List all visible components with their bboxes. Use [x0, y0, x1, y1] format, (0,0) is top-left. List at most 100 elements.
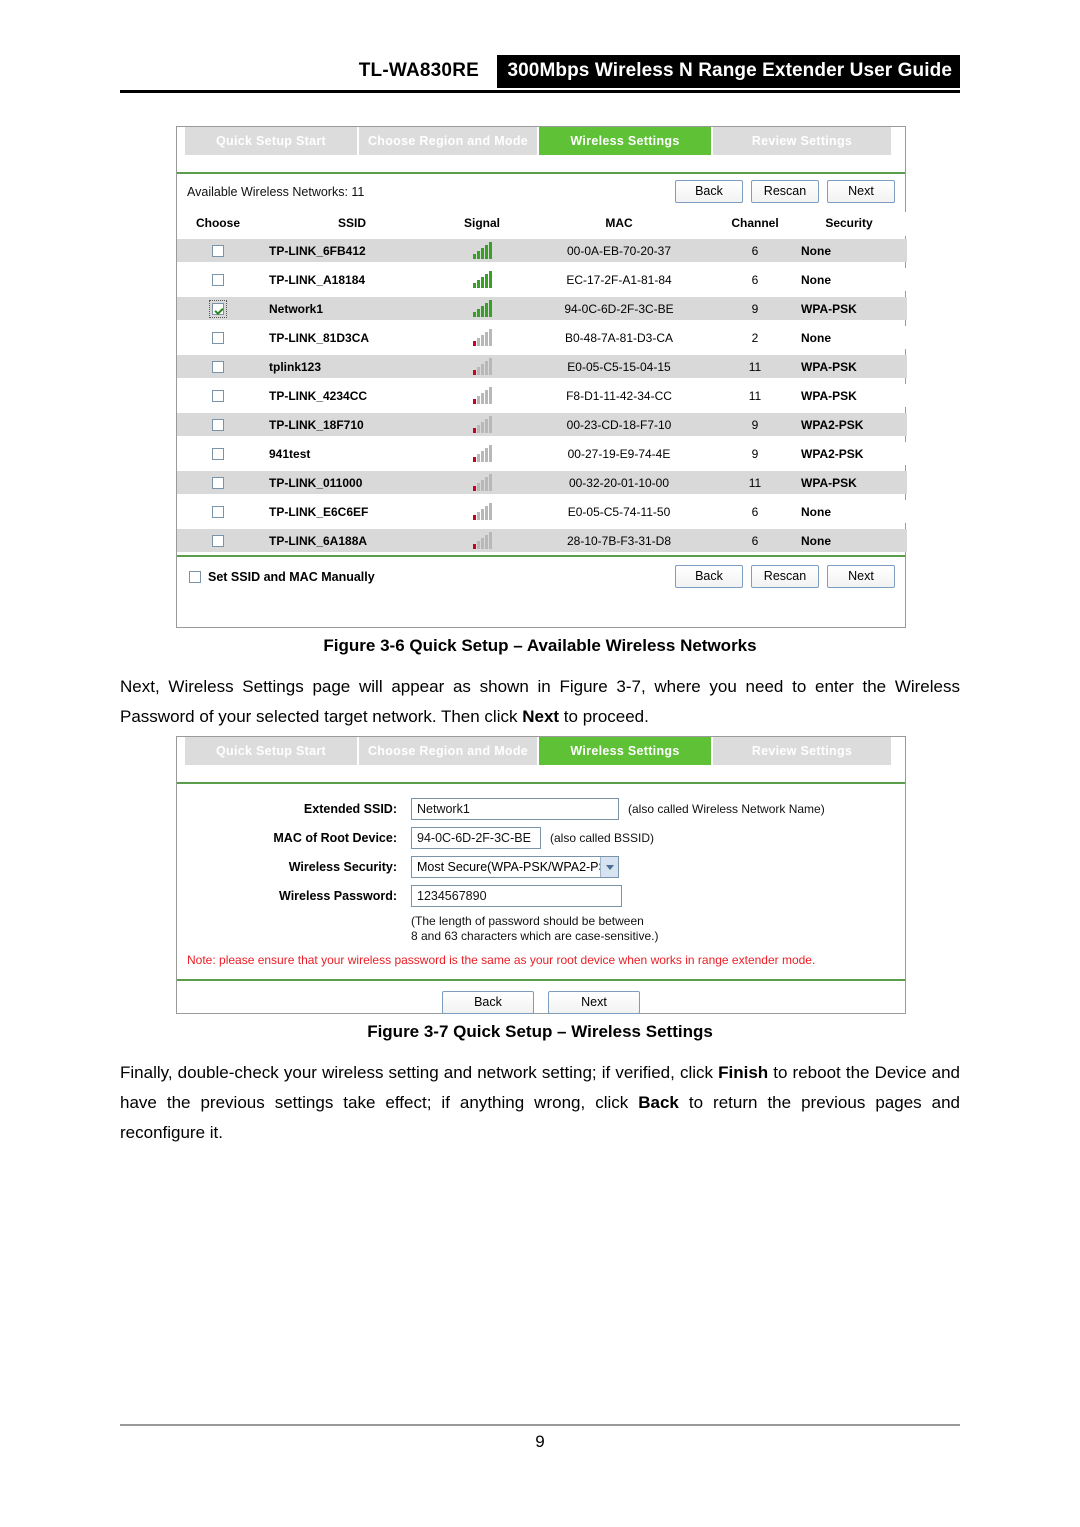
networks-table-body: TP-LINK_6FB412 00-0A-EB-70-20-37 6 None TP-L… — [177, 236, 907, 555]
tab-choose-region-and-mode[interactable]: Choose Region and Mode — [359, 127, 537, 155]
cell-security: None — [791, 526, 907, 555]
network-select-checkbox[interactable] — [212, 331, 224, 344]
cell-security: WPA-PSK — [791, 381, 907, 410]
column-header-choose: Choose — [177, 212, 259, 236]
cell-mac: E0-05-C5-74-11-50 — [519, 497, 719, 526]
extended-ssid-label: Extended SSID: — [303, 802, 397, 816]
tabbar-spacer-2 — [177, 765, 905, 782]
next-button-bottom[interactable]: Next — [827, 565, 895, 588]
network-select-checkbox[interactable] — [212, 302, 224, 315]
wireless-security-label: Wireless Security: — [288, 860, 397, 874]
rescan-button-top[interactable]: Rescan — [751, 180, 819, 203]
mac-of-root-device-input[interactable]: 94-0C-6D-2F-3C-BE — [411, 827, 541, 849]
network-select-checkbox[interactable] — [212, 360, 224, 373]
cell-security-value: None — [791, 500, 907, 523]
tab-wireless-settings-2[interactable]: Wireless Settings — [539, 737, 711, 765]
cell-ssid: Network1 — [259, 294, 445, 323]
wireless-password-label: Wireless Password: — [279, 889, 397, 903]
network-select-checkbox[interactable] — [212, 476, 224, 489]
cell-security: None — [791, 236, 907, 265]
tab-wireless-settings[interactable]: Wireless Settings — [539, 127, 711, 155]
wireless-back-button[interactable]: Back — [442, 991, 534, 1014]
table-row[interactable]: TP-LINK_A18184 EC-17-2F-A1-81-84 6 None — [177, 265, 907, 294]
cell-security: WPA2-PSK — [791, 410, 907, 439]
table-row[interactable]: TP-LINK_6A188A 28-10-7B-F3-31-D8 6 None — [177, 526, 907, 555]
cell-channel-value: 2 — [719, 326, 791, 349]
table-row[interactable]: TP-LINK_4234CC F8-D1-11-42-34-CC 11 WPA-PSK — [177, 381, 907, 410]
network-select-checkbox[interactable] — [212, 447, 224, 460]
figure-3-7-screenshot: Quick Setup Start Choose Region and Mode… — [176, 736, 906, 1014]
cell-ssid: TP-LINK_81D3CA — [259, 323, 445, 352]
mac-of-root-device-row: MAC of Root Device: 94-0C-6D-2F-3C-BE (a… — [177, 827, 905, 849]
set-ssid-mac-manually-label: Set SSID and MAC Manually — [208, 570, 375, 584]
page-header: TL-WA830RE 300Mbps Wireless N Range Exte… — [120, 55, 960, 100]
header-title-bar: 300Mbps Wireless N Range Extender User G… — [497, 55, 960, 88]
header-divider-rule — [120, 90, 960, 93]
cell-signal — [445, 526, 519, 555]
tab-quick-setup-start-2[interactable]: Quick Setup Start — [185, 737, 357, 765]
footer-divider-rule — [120, 1424, 960, 1426]
network-select-checkbox[interactable] — [212, 418, 224, 431]
network-select-checkbox[interactable] — [212, 534, 224, 547]
cell-choose — [177, 323, 259, 352]
cell-channel-value: 11 — [719, 384, 791, 407]
extended-ssid-input[interactable]: Network1 — [411, 798, 619, 820]
cell-security-value: WPA-PSK — [791, 297, 907, 320]
wireless-security-select[interactable]: Most Secure(WPA-PSK/WPA2-PS — [411, 856, 619, 878]
network-select-checkbox[interactable] — [212, 273, 224, 286]
wireless-password-input[interactable]: 1234567890 — [411, 885, 622, 907]
cell-mac: 00-23-CD-18-F7-10 — [519, 410, 719, 439]
figure-3-7-caption: Figure 3-7 Quick Setup – Wireless Settin… — [367, 1022, 713, 1041]
table-row[interactable]: 941test 00-27-19-E9-74-4E 9 WPA2-PSK — [177, 439, 907, 468]
cell-security: WPA-PSK — [791, 468, 907, 497]
cell-choose — [177, 439, 259, 468]
tab-review-settings-2[interactable]: Review Settings — [713, 737, 891, 765]
network-select-checkbox[interactable] — [212, 505, 224, 518]
signal-strength-icon — [472, 473, 492, 491]
cell-channel-value: 6 — [719, 529, 791, 552]
set-ssid-mac-manually-row[interactable]: Set SSID and MAC Manually — [189, 570, 375, 584]
wireless-next-button[interactable]: Next — [548, 991, 640, 1014]
cell-channel-value: 6 — [719, 239, 791, 262]
paragraph-1-bold-next: Next — [522, 707, 560, 726]
signal-strength-icon — [472, 299, 492, 317]
column-header-security: Security — [791, 212, 907, 236]
cell-ssid: TP-LINK_6FB412 — [259, 236, 445, 265]
back-button-top[interactable]: Back — [675, 180, 743, 203]
next-button-top[interactable]: Next — [827, 180, 895, 203]
table-row[interactable]: TP-LINK_E6C6EF E0-05-C5-74-11-50 6 None — [177, 497, 907, 526]
tab-review-settings[interactable]: Review Settings — [713, 127, 891, 155]
cell-ssid: TP-LINK_A18184 — [259, 265, 445, 294]
cell-mac: B0-48-7A-81-D3-CA — [519, 323, 719, 352]
wireless-password-row: Wireless Password: 1234567890 — [177, 885, 905, 907]
cell-ssid: tplink123 — [259, 352, 445, 381]
paragraph-1-text-c: to proceed. — [559, 707, 649, 726]
checkbox-focus-ring — [209, 299, 227, 318]
network-select-checkbox[interactable] — [212, 244, 224, 257]
tab-quick-setup-start[interactable]: Quick Setup Start — [185, 127, 357, 155]
ssid-value: tplink123 — [259, 355, 445, 378]
back-button-bottom[interactable]: Back — [675, 565, 743, 588]
ssid-value: TP-LINK_6FB412 — [259, 239, 445, 262]
set-ssid-mac-manually-checkbox[interactable] — [189, 571, 201, 583]
table-row[interactable]: TP-LINK_18F710 00-23-CD-18-F7-10 9 WPA2-PSK — [177, 410, 907, 439]
cell-signal — [445, 468, 519, 497]
rescan-button-bottom[interactable]: Rescan — [751, 565, 819, 588]
cell-security-value: WPA-PSK — [791, 471, 907, 494]
password-hint: (The length of password should be betwee… — [411, 914, 905, 944]
table-row[interactable]: TP-LINK_6FB412 00-0A-EB-70-20-37 6 None — [177, 236, 907, 265]
cell-mac-value: F8-D1-11-42-34-CC — [519, 384, 719, 407]
network-select-checkbox[interactable] — [212, 389, 224, 402]
cell-choose — [177, 265, 259, 294]
chevron-down-icon[interactable] — [600, 857, 618, 877]
table-row[interactable]: TP-LINK_81D3CA B0-48-7A-81-D3-CA 2 None — [177, 323, 907, 352]
table-row[interactable]: TP-LINK_011000 00-32-20-01-10-00 11 WPA-PSK — [177, 468, 907, 497]
tab-choose-region-and-mode-2[interactable]: Choose Region and Mode — [359, 737, 537, 765]
wizard-tabbar: Quick Setup Start Choose Region and Mode… — [177, 127, 905, 155]
table-row[interactable]: tplink123 E0-05-C5-15-04-15 11 WPA-PSK — [177, 352, 907, 381]
table-row[interactable]: Network1 94-0C-6D-2F-3C-BE 9 WPA-PSK — [177, 294, 907, 323]
cell-channel: 6 — [719, 497, 791, 526]
cell-security-value: WPA-PSK — [791, 384, 907, 407]
password-hint-line-1: (The length of password should be betwee… — [411, 914, 644, 928]
wireless-security-row: Wireless Security: Most Secure(WPA-PSK/W… — [177, 856, 905, 878]
